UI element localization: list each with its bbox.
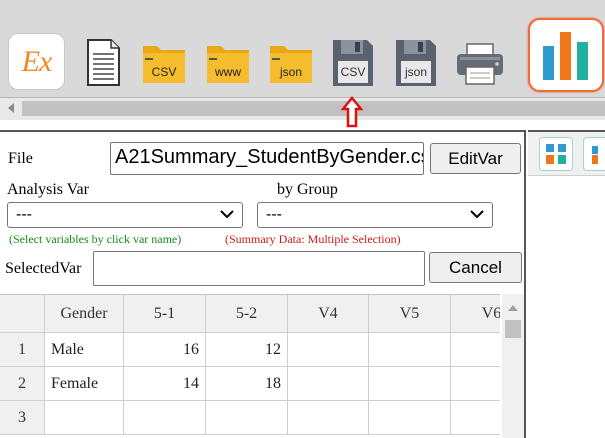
scrollbar-thumb[interactable]	[22, 101, 605, 116]
editvar-button[interactable]: EditVar	[430, 143, 521, 174]
printer-icon[interactable]	[456, 43, 504, 85]
column-header[interactable]: V5	[369, 295, 451, 333]
chart-toolbar	[528, 130, 605, 176]
scroll-up-arrow-icon[interactable]	[508, 305, 518, 311]
cancel-button[interactable]: Cancel	[429, 252, 522, 283]
red-up-arrow-icon	[340, 96, 364, 128]
data-grid: Gender 5-1 5-2 V4 V5 V6 1 Male 16 12 2 F…	[0, 294, 500, 438]
scroll-left-arrow-icon[interactable]	[8, 103, 14, 113]
bar-chart-icon[interactable]	[583, 137, 605, 171]
scrollbar-thumb[interactable]	[505, 320, 521, 338]
column-header[interactable]: V4	[288, 295, 369, 333]
by-group-selected: ---	[266, 206, 282, 223]
save-json-label: json	[404, 65, 427, 79]
grid-cell[interactable]	[45, 401, 124, 435]
by-group-label: by Group	[277, 181, 338, 198]
row-header[interactable]: 2	[0, 367, 45, 401]
folder-www-label: www	[215, 65, 241, 79]
save-csv-icon[interactable]: CSV	[332, 39, 374, 87]
save-csv-label: CSV	[340, 65, 366, 79]
save-json-icon[interactable]: json	[395, 39, 437, 87]
column-header[interactable]: 5-1	[124, 295, 206, 333]
grid-cell[interactable]: 12	[206, 333, 288, 367]
grid-cell[interactable]: 18	[206, 367, 288, 401]
grid-cell[interactable]: 14	[124, 367, 206, 401]
grid-cell[interactable]	[369, 367, 451, 401]
summary-hint: (Summary Data: Multiple Selection)	[225, 232, 401, 246]
chevron-down-icon	[470, 210, 484, 219]
column-header[interactable]: Gender	[45, 295, 124, 333]
select-hint: (Select variables by click var name)	[9, 232, 182, 246]
row-header[interactable]: 1	[0, 333, 45, 367]
file-name-field[interactable]: A21Summary_StudentByGender.csv	[110, 142, 424, 175]
grid-cell[interactable]	[206, 401, 288, 435]
grouped-bar-chart-icon[interactable]	[539, 137, 573, 171]
chart-logo-icon[interactable]	[528, 18, 604, 92]
grid-cell[interactable]: 16	[124, 333, 206, 367]
row-header[interactable]: 3	[0, 401, 45, 435]
toolbar-horizontal-scrollbar[interactable]	[0, 98, 605, 120]
chevron-down-icon	[220, 210, 234, 219]
grid-cell[interactable]	[451, 333, 500, 367]
column-header[interactable]: 5-2	[206, 295, 288, 333]
data-panel: File A21Summary_StudentByGender.csv Edit…	[0, 130, 526, 438]
grid-corner	[0, 295, 45, 333]
folder-csv-label: CSV	[151, 65, 177, 79]
grid-cell[interactable]	[369, 333, 451, 367]
grid-cell[interactable]	[369, 401, 451, 435]
folder-json-label: json	[279, 65, 302, 79]
grid-cell[interactable]: Male	[45, 333, 124, 367]
column-header[interactable]: V6	[451, 295, 500, 333]
folder-json-icon[interactable]: json	[268, 40, 314, 84]
selectedvar-input[interactable]	[93, 251, 425, 286]
ex-logo-icon[interactable]: Ex	[8, 33, 65, 90]
analysis-var-selected: ---	[16, 206, 32, 223]
selectedvar-label: SelectedVar	[5, 260, 82, 277]
folder-www-icon[interactable]: www	[205, 40, 251, 84]
chart-panel	[528, 130, 605, 438]
toolbar: Ex CSV www json CSV json	[0, 0, 605, 98]
grid-cell[interactable]: Female	[45, 367, 124, 401]
by-group-select[interactable]: ---	[257, 202, 493, 228]
grid-cell[interactable]	[288, 367, 369, 401]
grid-cell[interactable]	[288, 401, 369, 435]
analysis-var-label: Analysis Var	[7, 181, 89, 198]
grid-vertical-scrollbar[interactable]	[502, 294, 524, 438]
grid-cell[interactable]	[124, 401, 206, 435]
grid-cell[interactable]	[288, 333, 369, 367]
analysis-var-select[interactable]: ---	[7, 202, 243, 228]
grid-cell[interactable]	[451, 401, 500, 435]
folder-csv-icon[interactable]: CSV	[141, 40, 187, 84]
document-icon[interactable]	[85, 39, 121, 86]
file-label: File	[8, 150, 33, 167]
grid-cell[interactable]	[451, 367, 500, 401]
